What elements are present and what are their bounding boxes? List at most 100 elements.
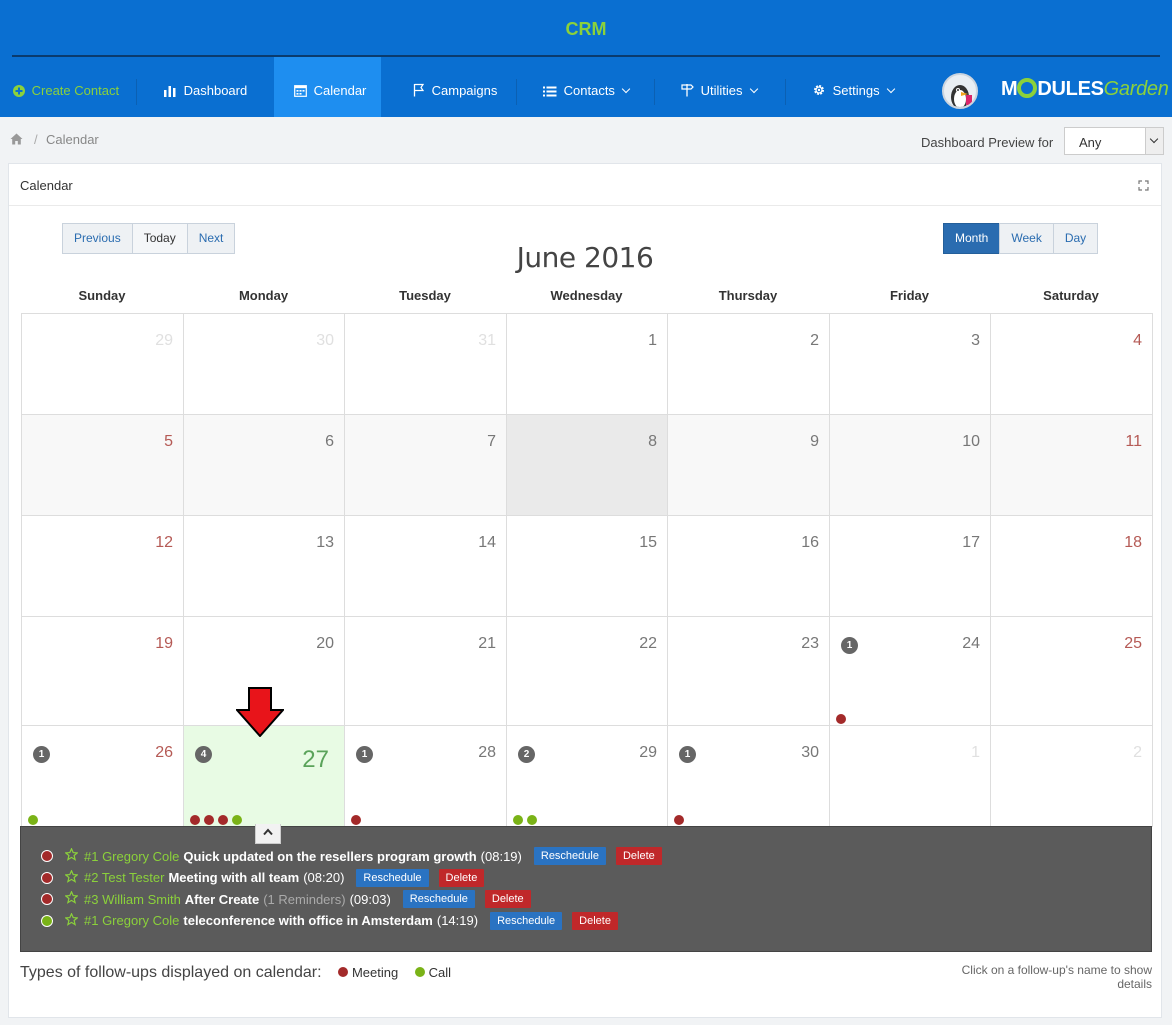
day-cell[interactable]: 27 4 (184, 726, 345, 827)
event-title-link[interactable]: teleconference with office in Amsterdam (183, 913, 432, 928)
day-cell[interactable]: 8 (507, 415, 668, 516)
dashboard-preview-label: Dashboard Preview for (921, 135, 1054, 150)
day-cell[interactable]: 14 (345, 516, 507, 617)
day-cell[interactable]: 15 (507, 516, 668, 617)
day-cell[interactable]: 29 2 (507, 726, 668, 827)
day-cell[interactable]: 25 (991, 617, 1153, 726)
nav-campaigns[interactable]: Campaigns (413, 57, 497, 117)
collapse-toggle[interactable] (255, 824, 281, 844)
top-header: CRM Create Contact Dashboard Calendar Ca… (0, 0, 1172, 117)
nav-campaigns-label: Campaigns (431, 83, 498, 98)
nav-contacts[interactable]: Contacts (543, 57, 631, 117)
meeting-dot-icon[interactable] (218, 815, 228, 825)
delete-button[interactable]: Delete (572, 911, 618, 930)
day-number: 1 (971, 744, 980, 761)
call-dot-icon[interactable] (28, 815, 38, 825)
day-number: 27 (302, 746, 329, 773)
day-cell[interactable]: 30 (184, 314, 345, 415)
meeting-dot-icon[interactable] (674, 815, 684, 825)
day-cell[interactable]: 21 (345, 617, 507, 726)
nav-dashboard[interactable]: Dashboard (163, 57, 247, 117)
day-cell[interactable]: 23 (668, 617, 830, 726)
event-contact-link[interactable]: #2 Test Tester (84, 870, 164, 885)
day-number: 14 (478, 534, 496, 551)
event-title-link[interactable]: Quick updated on the resellers program g… (183, 849, 476, 864)
app-title: CRM (565, 19, 607, 39)
delete-button[interactable]: Delete (438, 868, 485, 887)
day-cell[interactable]: 9 (668, 415, 830, 516)
call-dot-icon[interactable] (527, 815, 537, 825)
star-icon[interactable] (64, 911, 79, 929)
nav-calendar[interactable]: Calendar (274, 57, 381, 117)
day-cell[interactable]: 1 (507, 314, 668, 415)
legend-label: Types of follow-ups displayed on calenda… (20, 964, 322, 981)
meeting-dot-icon[interactable] (351, 815, 361, 825)
day-cell[interactable]: 19 (22, 617, 184, 726)
day-cell[interactable]: 10 (830, 415, 991, 516)
day-cell[interactable]: 13 (184, 516, 345, 617)
day-cell[interactable]: 12 (22, 516, 184, 617)
day-cell[interactable]: 30 1 (668, 726, 830, 827)
star-icon[interactable] (64, 890, 79, 907)
dashboard-preview-select[interactable]: Any (1064, 127, 1164, 155)
day-number: 10 (962, 433, 980, 450)
day-number: 29 (639, 744, 657, 761)
main-nav: Create Contact Dashboard Calendar Campai… (0, 57, 1172, 117)
star-icon[interactable] (64, 868, 79, 886)
event-contact-link[interactable]: #1 Gregory Cole (84, 849, 179, 864)
day-cell[interactable]: 17 (830, 516, 991, 617)
home-icon[interactable] (10, 133, 23, 145)
day-cell[interactable]: 7 (345, 415, 507, 516)
event-count-badge: 1 (679, 746, 696, 763)
nav-create-contact[interactable]: Create Contact (13, 57, 119, 117)
event-title-link[interactable]: Meeting with all team (168, 870, 299, 885)
meeting-dot-icon[interactable] (190, 815, 200, 825)
event-dots (28, 813, 42, 825)
event-contact-link[interactable]: #1 Gregory Cole (84, 913, 179, 928)
breadcrumb-separator: / (34, 132, 38, 147)
day-number: 11 (1125, 433, 1142, 450)
legend-meeting: Meeting (337, 965, 398, 980)
day-number: 25 (1124, 635, 1142, 652)
day-cell[interactable]: 1 (830, 726, 991, 827)
meeting-dot-icon[interactable] (204, 815, 214, 825)
day-cell[interactable]: 28 1 (345, 726, 507, 827)
day-cell[interactable]: 5 (22, 415, 184, 516)
day-cell[interactable]: 2 (991, 726, 1153, 827)
day-cell[interactable]: 16 (668, 516, 830, 617)
day-cell[interactable]: 6 (184, 415, 345, 516)
reschedule-button[interactable]: Reschedule (402, 890, 475, 908)
day-cell[interactable]: 26 1 (22, 726, 184, 827)
call-dot-icon[interactable] (232, 815, 242, 825)
reschedule-button[interactable]: Reschedule (490, 911, 563, 930)
day-cell[interactable]: 18 (991, 516, 1153, 617)
reschedule-button[interactable]: Reschedule (356, 868, 429, 887)
day-cell[interactable]: 4 (991, 314, 1153, 415)
chevron-down-icon (886, 84, 895, 94)
day-cell[interactable]: 3 (830, 314, 991, 415)
star-icon[interactable] (64, 847, 79, 864)
nav-dashboard-label: Dashboard (183, 83, 248, 98)
meeting-dot-icon[interactable] (836, 714, 846, 724)
delete-button[interactable]: Delete (484, 890, 531, 908)
day-cell[interactable]: 22 (507, 617, 668, 726)
nav-settings[interactable]: Settings (812, 57, 895, 117)
day-number: 21 (478, 635, 496, 652)
meeting-dot-icon (337, 967, 348, 977)
reschedule-button[interactable]: Reschedule (533, 847, 606, 865)
delete-button[interactable]: Delete (615, 847, 662, 865)
day-cell[interactable]: 11 (991, 415, 1153, 516)
day-cell[interactable]: 24 1 (830, 617, 991, 726)
call-dot-icon[interactable] (513, 815, 523, 825)
day-cell[interactable]: 2 (668, 314, 830, 415)
expand-icon[interactable] (1138, 180, 1149, 191)
event-contact-link[interactable]: #3 William Smith (84, 892, 181, 907)
day-cell[interactable]: 31 (345, 314, 507, 415)
day-cell[interactable]: 29 (22, 314, 184, 415)
avatar[interactable] (942, 73, 978, 109)
nav-utilities[interactable]: Utilities (681, 57, 758, 117)
nav-create-contact-label: Create Contact (31, 83, 120, 98)
event-dots (351, 813, 365, 825)
event-title-link[interactable]: After Create (185, 892, 259, 907)
event-reminders: (1 Reminders) (263, 891, 346, 907)
